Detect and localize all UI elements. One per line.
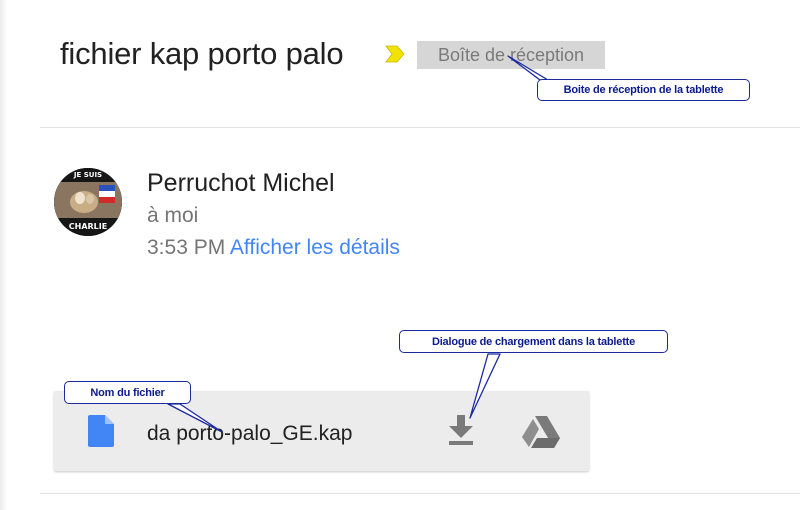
google-drive-icon[interactable] — [522, 416, 560, 448]
annotation-filename-text: Nom du fichier — [90, 386, 165, 399]
annotation-download-text: Dialogue de chargement dans la tablette — [431, 335, 636, 348]
annotation-reception-box: Boite de réception de la tablette — [537, 79, 750, 101]
avatar-caption-top: JE SUIS — [73, 171, 103, 179]
annotation-filename-box: Nom du fichier — [64, 381, 191, 404]
annotation-download-box: Dialogue de chargement dans la tablette — [399, 330, 668, 353]
download-icon[interactable] — [447, 415, 475, 445]
show-details-link[interactable]: Afficher les détails — [230, 236, 400, 259]
document-icon — [88, 415, 114, 447]
timestamp-line: 3:53 PM Afficher les détails — [147, 236, 400, 260]
importance-marker-icon[interactable] — [384, 43, 406, 65]
email-subject: fichier kap porto palo — [60, 36, 344, 71]
footer-divider — [40, 493, 800, 494]
left-panel-edge — [0, 0, 7, 510]
header-divider — [40, 127, 800, 128]
attachment-file-name: da porto-palo_GE.kap — [147, 422, 353, 445]
recipient-line: à moi — [147, 204, 199, 227]
inbox-label-text: Boîte de réception — [437, 44, 585, 65]
sender-name: Perruchot Michel — [147, 169, 335, 197]
annotation-reception-text: Boite de réception de la tablette — [563, 84, 724, 96]
inbox-label-chip[interactable]: Boîte de réception — [417, 41, 605, 69]
avatar-caption-bottom: CHARLIE — [68, 222, 108, 231]
sender-avatar[interactable]: JE SUIS CHARLIE — [54, 168, 122, 236]
message-time: 3:53 PM — [147, 236, 226, 259]
